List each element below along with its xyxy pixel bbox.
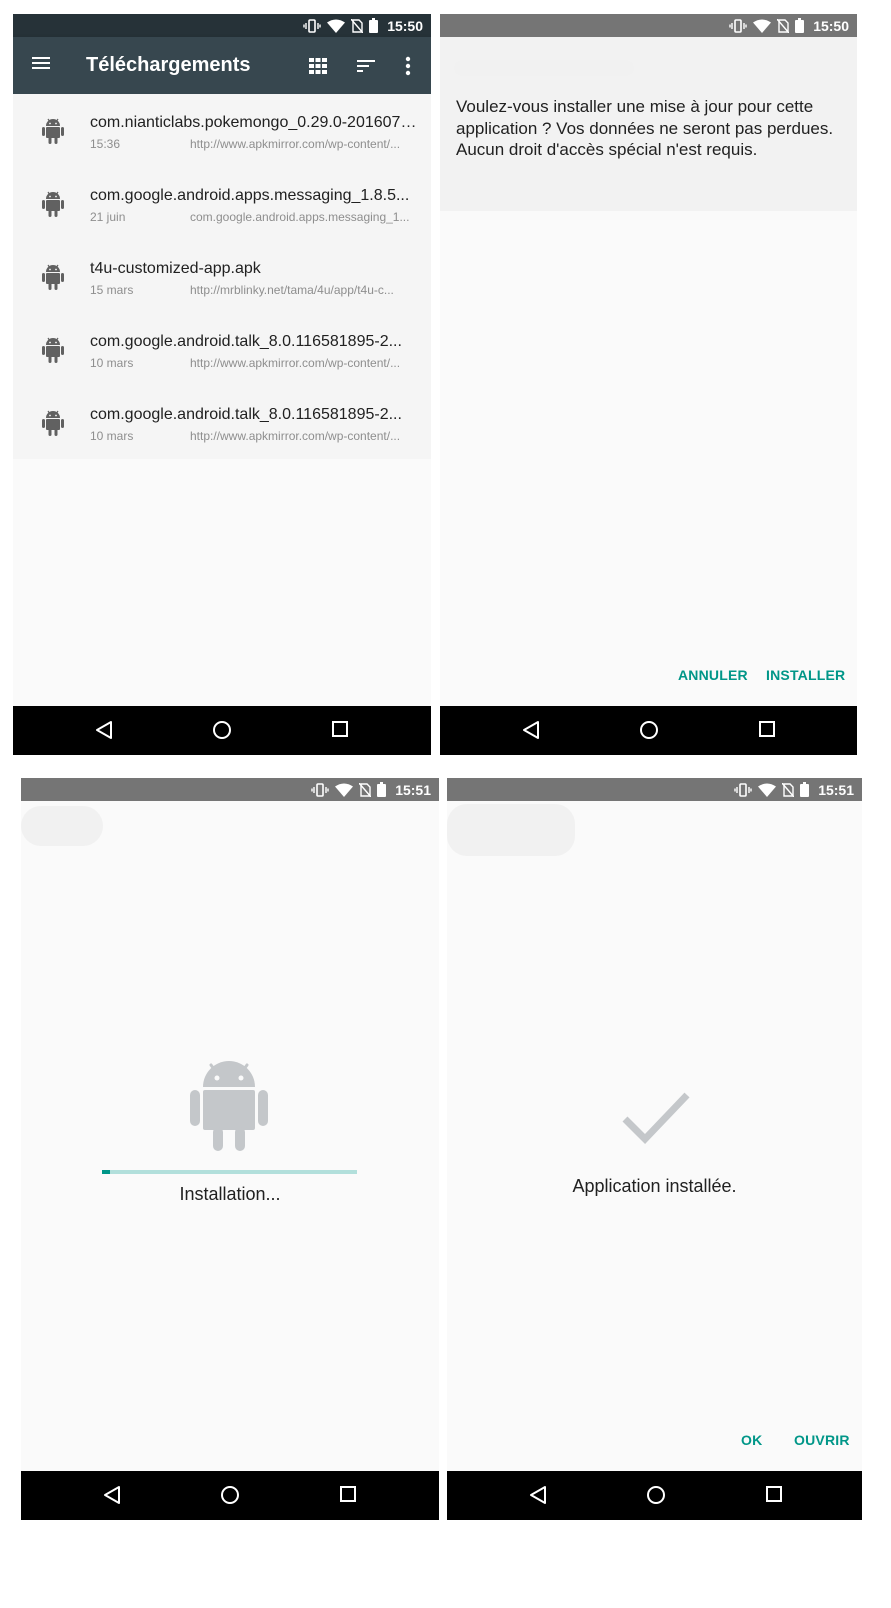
battery-icon: [377, 782, 387, 797]
download-date: 21 juin: [90, 210, 126, 224]
wifi-icon: [335, 783, 354, 797]
download-filename: com.google.android.talk_8.0.116581895-2.…: [90, 333, 402, 350]
download-item[interactable]: t4u-customized-app.apk 15 mars http://mrbl…: [13, 240, 431, 313]
home-icon[interactable]: [220, 1485, 240, 1510]
android-icon: [42, 264, 64, 295]
wifi-icon: [327, 19, 346, 33]
download-item[interactable]: com.google.android.talk_8.0.116581895-2.…: [13, 313, 431, 386]
status-bar: 15:50: [13, 14, 431, 37]
cancel-button[interactable]: ANNULER: [678, 667, 748, 683]
page-title: Téléchargements: [86, 54, 251, 76]
android-icon: [42, 337, 64, 368]
battery-icon: [369, 18, 379, 33]
install-button[interactable]: INSTALLER: [766, 667, 845, 683]
wifi-icon: [753, 19, 772, 33]
android-icon: [42, 191, 64, 222]
android-icon: [42, 118, 64, 149]
download-date: 15 mars: [90, 283, 134, 297]
recents-icon[interactable]: [758, 720, 776, 743]
grid-view-icon[interactable]: [309, 58, 327, 79]
installing-screen: 15:51 Installation...: [21, 778, 439, 1520]
blurred-app-header: [21, 806, 103, 846]
checkmark-icon: [621, 1089, 691, 1150]
download-filename: com.google.android.talk_8.0.116581895-2.…: [90, 406, 402, 423]
download-item[interactable]: com.google.android.talk_8.0.116581895-2.…: [13, 386, 431, 459]
blurred-app-name: [454, 60, 634, 76]
download-source: http://www.apkmirror.com/wp-content/...: [190, 137, 401, 151]
download-filename: t4u-customized-app.apk: [90, 260, 261, 277]
install-prompt-screen: 15:50 Voulez-vous installer une mise à j…: [440, 14, 857, 755]
hamburger-menu-icon[interactable]: [31, 55, 51, 76]
home-icon[interactable]: [639, 720, 659, 745]
more-options-icon[interactable]: [405, 56, 411, 81]
download-source: http://www.apkmirror.com/wp-content/...: [190, 429, 401, 443]
download-filename: com.nianticlabs.pokemongo_0.29.0-2016070…: [90, 114, 418, 131]
status-time: 15:51: [395, 781, 431, 798]
battery-icon: [800, 782, 810, 797]
install-progress-bar: [102, 1170, 357, 1174]
install-progress-fill: [102, 1170, 110, 1174]
download-date: 10 mars: [90, 356, 134, 370]
recents-icon[interactable]: [339, 1485, 357, 1508]
download-source: http://mrblinky.net/tama/4u/app/t4u-c...: [190, 283, 394, 297]
status-bar: 15:51: [21, 778, 439, 801]
download-item[interactable]: com.nianticlabs.pokemongo_0.29.0-2016070…: [13, 94, 431, 167]
download-list: com.nianticlabs.pokemongo_0.29.0-2016070…: [13, 94, 431, 459]
blurred-app-header: [447, 804, 575, 856]
battery-icon: [795, 18, 805, 33]
home-icon[interactable]: [646, 1485, 666, 1510]
open-button[interactable]: OUVRIR: [794, 1432, 850, 1448]
installing-message: Installation...: [179, 1184, 281, 1204]
back-icon[interactable]: [95, 720, 113, 745]
recents-icon[interactable]: [331, 720, 349, 743]
vibrate-icon: [311, 782, 329, 797]
no-sim-icon: [777, 18, 790, 33]
download-source: http://www.apkmirror.com/wp-content/...: [190, 356, 401, 370]
ok-button[interactable]: OK: [741, 1432, 762, 1448]
recents-icon[interactable]: [765, 1485, 783, 1508]
status-time: 15:51: [818, 781, 854, 798]
vibrate-icon: [303, 18, 321, 33]
status-bar: 15:51: [447, 778, 862, 801]
no-sim-icon: [351, 18, 364, 33]
android-icon: [42, 410, 64, 441]
home-icon[interactable]: [212, 720, 232, 745]
navigation-bar: [440, 706, 857, 755]
downloads-screen: 15:50 Téléchargements com.nianticlabs.po…: [13, 14, 431, 755]
no-sim-icon: [359, 782, 372, 797]
status-bar: 15:50: [440, 14, 857, 37]
navigation-bar: [13, 706, 431, 755]
download-item[interactable]: com.google.android.apps.messaging_1.8.5.…: [13, 167, 431, 240]
navigation-bar: [21, 1471, 439, 1520]
download-source: com.google.android.apps.messaging_1...: [190, 210, 410, 224]
back-icon[interactable]: [529, 1485, 547, 1510]
vibrate-icon: [729, 18, 747, 33]
app-bar: Téléchargements: [13, 37, 431, 94]
android-icon: [189, 1059, 269, 1158]
no-sim-icon: [782, 782, 795, 797]
status-time: 15:50: [387, 17, 423, 34]
installed-message: Application installée.: [572, 1176, 737, 1196]
back-icon[interactable]: [522, 720, 540, 745]
wifi-icon: [758, 783, 777, 797]
vibrate-icon: [734, 782, 752, 797]
download-date: 15:36: [90, 137, 121, 151]
status-time: 15:50: [813, 17, 849, 34]
navigation-bar: [447, 1471, 862, 1520]
back-icon[interactable]: [103, 1485, 121, 1510]
download-filename: com.google.android.apps.messaging_1.8.5.…: [90, 187, 410, 204]
install-message: Voulez-vous installer une mise à jour po…: [456, 97, 834, 159]
installed-screen: 15:51 Application installée. OK OUVRIR: [447, 778, 862, 1520]
sort-icon[interactable]: [356, 58, 376, 79]
download-date: 10 mars: [90, 429, 134, 443]
